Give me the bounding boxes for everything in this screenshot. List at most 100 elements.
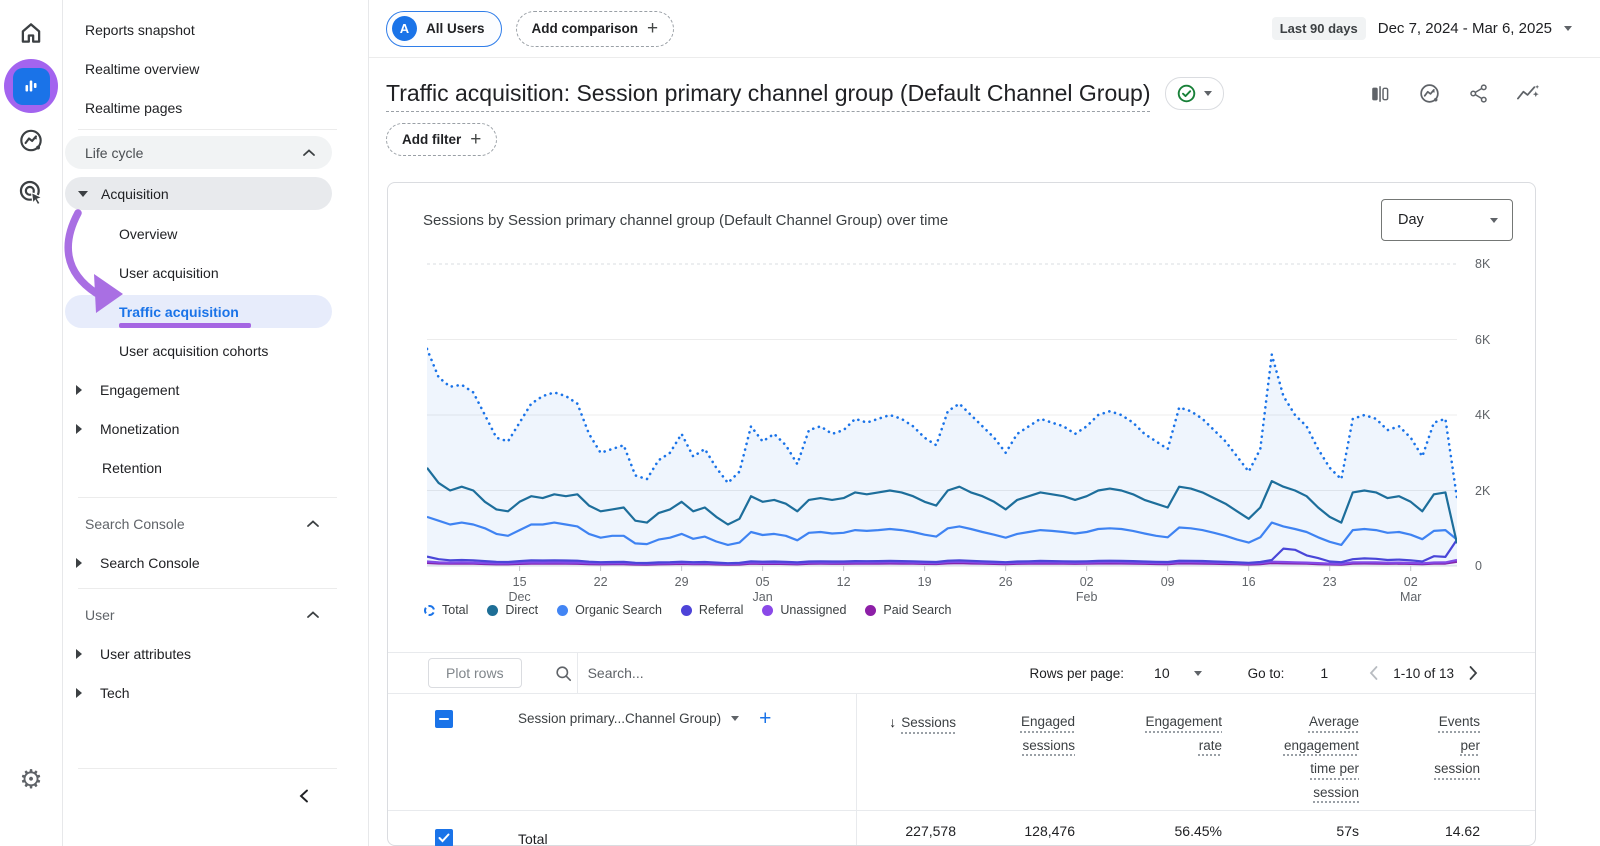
sidebar-item-label: Realtime pages bbox=[85, 99, 183, 116]
search-icon bbox=[555, 665, 571, 681]
table-header-row: Session primary...Channel Group) + ↓ Sess… bbox=[388, 694, 1535, 810]
metric-column-header-2[interactable]: Engagement rate bbox=[1075, 694, 1222, 810]
sort-descending-icon: ↓ bbox=[889, 714, 897, 730]
sidebar-item-label: Traffic acquisition bbox=[119, 303, 239, 320]
svg-text:Feb: Feb bbox=[1076, 590, 1098, 603]
sidebar-item-user-acquisition-cohorts[interactable]: User acquisition cohorts bbox=[63, 331, 368, 370]
add-filter-label: Add filter bbox=[402, 132, 462, 147]
sidebar-item-label: Monetization bbox=[100, 420, 180, 437]
sidebar-item-engagement[interactable]: Engagement bbox=[63, 370, 368, 409]
row-checkbox[interactable] bbox=[435, 829, 453, 846]
total-value-0: 227,578 bbox=[905, 823, 956, 839]
next-page-icon[interactable] bbox=[1468, 665, 1479, 681]
legend-dot-icon bbox=[865, 604, 877, 616]
sidebar-item-label: User acquisition cohorts bbox=[119, 342, 269, 359]
purple-underline-annotation bbox=[119, 323, 251, 328]
table-toolbar: Plot rows Rows per page: 10 Go to: 1 1-1… bbox=[388, 652, 1535, 694]
sidebar-item-reports-snapshot[interactable]: Reports snapshot bbox=[63, 10, 368, 49]
legend-item-unassigned[interactable]: Unassigned bbox=[762, 603, 846, 617]
previous-page-icon[interactable] bbox=[1368, 665, 1379, 681]
sessions-line-chart[interactable]: 15Dec22 29 05Jan12 19 26 02Feb09 16 23 02Mar bbox=[427, 255, 1457, 603]
legend-dot-icon bbox=[680, 604, 692, 616]
y-axis-tick-label: 4K bbox=[1475, 408, 1491, 422]
chevron-down-icon bbox=[1490, 217, 1498, 223]
main-content: A All Users Add comparison + Last 90 day… bbox=[369, 0, 1600, 846]
insights-icon[interactable] bbox=[1418, 82, 1441, 105]
add-column-button[interactable]: + bbox=[759, 708, 771, 729]
metric-column-header-4[interactable]: Events per session bbox=[1359, 694, 1480, 810]
svg-text:Jan: Jan bbox=[753, 590, 773, 603]
legend-item-referral[interactable]: Referral bbox=[680, 603, 743, 617]
date-range-picker[interactable]: Last 90 days Dec 7, 2024 - Mar 6, 2025 bbox=[1271, 17, 1572, 40]
granularity-select[interactable]: Day bbox=[1381, 199, 1513, 241]
table-total-row: Total 227,578 128,476 56.45% 57s 14.62 bbox=[388, 810, 1535, 846]
metric-header-label: Sessions bbox=[901, 715, 956, 730]
sidebar-item-tech[interactable]: Tech bbox=[63, 673, 368, 712]
dimension-column-header[interactable]: Session primary...Channel Group) bbox=[518, 711, 721, 726]
pagination-controls: Rows per page: 10 Go to: 1 1-10 of 13 bbox=[1029, 665, 1479, 681]
ga4-app-window: ⚙ Reports snapshot Realtime overview Rea… bbox=[0, 0, 1600, 846]
sidebar-item-acquisition[interactable]: Acquisition bbox=[65, 177, 332, 210]
sidebar-item-realtime-pages[interactable]: Realtime pages bbox=[63, 88, 368, 127]
filter-bar: Add filter + bbox=[369, 110, 1600, 156]
legend-label: Organic Search bbox=[575, 603, 662, 617]
sidebar-item-label: Realtime overview bbox=[85, 60, 200, 77]
metric-column-header-0[interactable]: ↓ Sessions bbox=[856, 694, 956, 810]
legend-label: Direct bbox=[505, 603, 539, 617]
collapsed-arrow-icon bbox=[76, 687, 82, 698]
y-axis-tick-label: 6K bbox=[1475, 332, 1491, 347]
sidebar-item-realtime-overview[interactable]: Realtime overview bbox=[63, 49, 368, 88]
report-status-menu[interactable] bbox=[1164, 77, 1224, 110]
legend-dot-icon bbox=[424, 604, 435, 616]
sidebar-item-traffic-acquisition[interactable]: Traffic acquisition bbox=[65, 295, 332, 328]
share-icon[interactable] bbox=[1468, 83, 1489, 104]
y-axis-tick-label: 2K bbox=[1475, 483, 1491, 498]
trends-icon[interactable] bbox=[1516, 83, 1540, 105]
report-card: Sessions by Session primary channel grou… bbox=[387, 182, 1536, 846]
metric-column-header-1[interactable]: Engaged sessions bbox=[956, 694, 1075, 810]
sidebar-item-label: Tech bbox=[100, 684, 130, 701]
home-icon[interactable] bbox=[18, 20, 44, 46]
explore-icon[interactable] bbox=[18, 127, 45, 154]
sidebar-item-search-console[interactable]: Search Console bbox=[63, 543, 368, 582]
go-to-page-input[interactable]: 1 bbox=[1320, 665, 1328, 681]
sidebar-item-label: Search Console bbox=[100, 554, 200, 571]
sidebar-item-user-attributes[interactable]: User attributes bbox=[63, 634, 368, 673]
all-users-segment-chip[interactable]: A All Users bbox=[386, 10, 502, 47]
legend-item-direct[interactable]: Direct bbox=[487, 603, 538, 617]
sidebar-item-overview[interactable]: Overview bbox=[63, 214, 368, 253]
search-input[interactable] bbox=[585, 664, 810, 682]
y-axis-tick-label: 0 bbox=[1475, 559, 1482, 573]
plot-rows-button[interactable]: Plot rows bbox=[428, 658, 522, 688]
total-value-3: 57s bbox=[1336, 823, 1359, 839]
section-header-life-cycle[interactable]: Life cycle bbox=[65, 136, 332, 169]
comparison-icon[interactable] bbox=[1369, 83, 1391, 105]
report-action-icons bbox=[1369, 82, 1540, 105]
select-all-checkbox[interactable] bbox=[435, 710, 453, 728]
legend-item-paid-search[interactable]: Paid Search bbox=[865, 603, 952, 617]
rows-per-page-value[interactable]: 10 bbox=[1154, 665, 1170, 681]
sidebar-item-label: Retention bbox=[102, 459, 162, 476]
chevron-down-icon[interactable] bbox=[731, 716, 740, 721]
advertising-icon[interactable] bbox=[17, 178, 45, 206]
legend-item-organic-search[interactable]: Organic Search bbox=[557, 603, 662, 617]
add-filter-button[interactable]: Add filter + bbox=[386, 123, 498, 156]
svg-text:Mar: Mar bbox=[1400, 590, 1422, 603]
sidebar-item-monetization[interactable]: Monetization bbox=[63, 409, 368, 448]
metric-column-header-3[interactable]: Average engagement time per session bbox=[1222, 694, 1359, 810]
collapse-sidebar-button[interactable] bbox=[291, 783, 317, 809]
sidebar-item-label: Overview bbox=[119, 225, 178, 242]
settings-gear-icon[interactable]: ⚙ bbox=[19, 766, 42, 792]
total-value-2: 56.45% bbox=[1174, 823, 1222, 839]
chevron-down-icon[interactable] bbox=[1193, 670, 1202, 676]
section-header-user[interactable]: User bbox=[63, 595, 368, 634]
sidebar-item-retention[interactable]: Retention bbox=[63, 448, 368, 487]
sidebar-item-user-acquisition[interactable]: User acquisition bbox=[63, 253, 368, 292]
collapsed-arrow-icon bbox=[76, 423, 82, 434]
legend-item-total[interactable]: Total bbox=[424, 603, 468, 617]
reports-icon[interactable] bbox=[12, 67, 50, 105]
svg-text:22: 22 bbox=[594, 575, 608, 589]
reports-sidebar: Reports snapshot Realtime overview Realt… bbox=[63, 0, 369, 846]
section-header-search-console[interactable]: Search Console bbox=[63, 504, 368, 543]
add-comparison-button[interactable]: Add comparison + bbox=[515, 10, 675, 47]
